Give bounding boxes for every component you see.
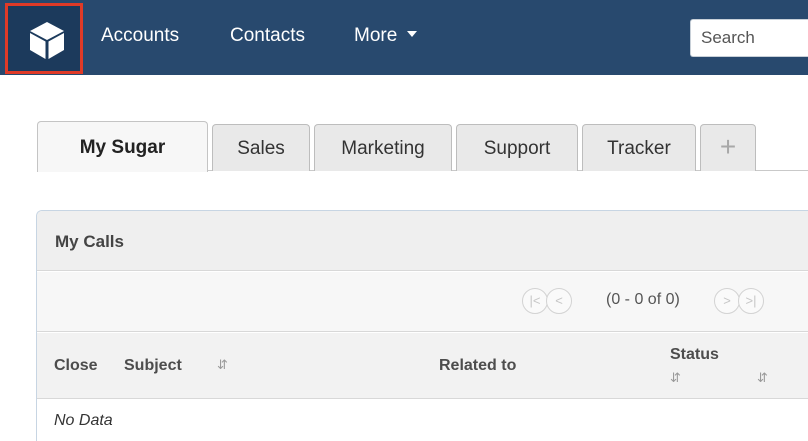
next-page-icon[interactable]: > xyxy=(714,288,740,314)
add-tab-button[interactable]: + xyxy=(700,124,756,171)
table-header-row: Close Subject ⇵ Related to Status ⇵ ⇵ xyxy=(37,333,808,399)
my-calls-dashlet: My Calls |< < (0 - 0 of 0) > >| Close Su… xyxy=(36,210,808,441)
nav-accounts[interactable]: Accounts xyxy=(101,24,179,48)
sort-status-icon[interactable]: ⇵ xyxy=(670,370,681,386)
top-nav-bar: Accounts Contacts More xyxy=(0,0,808,75)
tab-support[interactable]: Support xyxy=(456,124,578,171)
tab-tracker[interactable]: Tracker xyxy=(582,124,696,171)
pagination-count: (0 - 0 of 0) xyxy=(606,291,680,308)
home-logo-button[interactable] xyxy=(5,3,83,74)
column-close: Close xyxy=(54,357,98,374)
column-subject[interactable]: Subject xyxy=(124,357,182,375)
dashlet-title: My Calls xyxy=(55,232,124,251)
tab-my-sugar[interactable]: My Sugar xyxy=(37,121,208,172)
caret-down-icon xyxy=(407,30,418,37)
sort-extra-icon[interactable]: ⇵ xyxy=(757,370,768,386)
column-related-to[interactable]: Related to xyxy=(439,357,516,375)
last-page-icon[interactable]: >| xyxy=(738,288,764,314)
first-page-icon[interactable]: |< xyxy=(522,288,548,314)
sort-subject-icon[interactable]: ⇵ xyxy=(217,357,228,373)
global-search-input[interactable] xyxy=(690,19,808,57)
column-status[interactable]: Status xyxy=(670,346,719,364)
nav-contacts[interactable]: Contacts xyxy=(230,24,305,48)
empty-state-text: No Data xyxy=(54,412,113,429)
dashlet-header: My Calls xyxy=(37,211,808,271)
sugar-cube-icon xyxy=(30,22,64,59)
nav-more[interactable]: More xyxy=(354,24,418,48)
tab-marketing[interactable]: Marketing xyxy=(314,124,452,171)
nav-more-label: More xyxy=(354,25,398,46)
prev-page-icon[interactable]: < xyxy=(546,288,572,314)
tab-sales[interactable]: Sales xyxy=(212,124,310,171)
pagination-bar: |< < (0 - 0 of 0) > >| xyxy=(37,272,808,332)
